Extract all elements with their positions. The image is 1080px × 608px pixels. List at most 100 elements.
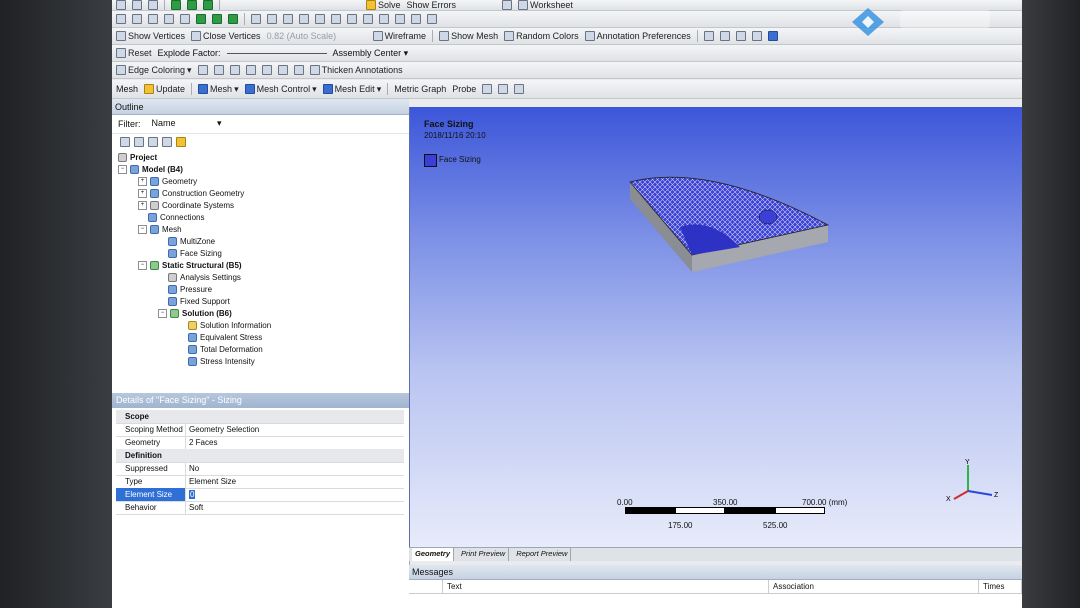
mesh-edit-dropdown[interactable]: Mesh Edit ▾ xyxy=(322,84,381,95)
details-row-type[interactable]: Type Element Size xyxy=(116,475,404,489)
filter-dropdown[interactable]: Name ▾ xyxy=(149,118,225,130)
solve-button[interactable]: Solve xyxy=(366,0,401,10)
tree-stress-intensity[interactable]: Stress Intensity xyxy=(188,355,255,367)
tree-solution-information[interactable]: Solution Information xyxy=(188,319,271,331)
random-colors-button[interactable]: Random Colors xyxy=(504,31,579,41)
body-select-icon[interactable] xyxy=(171,0,181,10)
edge-style-icon[interactable] xyxy=(213,65,224,75)
collapse-icon[interactable] xyxy=(134,137,144,147)
assembly-center-dropdown[interactable]: Assembly Center ▾ xyxy=(333,48,409,59)
restore-icon[interactable] xyxy=(411,14,421,24)
explode-factor-slider[interactable] xyxy=(226,52,327,54)
edge-style-icon[interactable] xyxy=(197,65,208,75)
plus-icon[interactable] xyxy=(162,137,172,147)
tab-report-preview[interactable]: Report Preview xyxy=(513,548,572,561)
new-section-icon[interactable] xyxy=(502,0,513,10)
display-options-icon[interactable] xyxy=(514,84,525,94)
zoom-fit-icon[interactable] xyxy=(315,14,325,24)
details-row-element-size[interactable]: Element Size 0 xyxy=(116,488,404,502)
tree-solution[interactable]: − Solution (B6) xyxy=(158,307,232,319)
details-row-scoping-method[interactable]: Scoping Method Geometry Selection xyxy=(116,423,404,437)
metric-graph-button[interactable]: Metric Graph xyxy=(394,84,446,94)
expand-icon[interactable] xyxy=(120,137,130,147)
edge-style-icon[interactable] xyxy=(229,65,240,75)
graphics-viewport[interactable]: Face Sizing 2018/11/16 20:10 Face Sizing xyxy=(409,107,1022,547)
tree-mesh[interactable]: − Mesh xyxy=(138,223,182,235)
pointer-icon[interactable] xyxy=(116,14,126,24)
model-geometry[interactable] xyxy=(410,107,1022,547)
mesh-control-dropdown[interactable]: Mesh Control ▾ xyxy=(244,84,317,95)
iso-view-icon[interactable] xyxy=(379,14,389,24)
details-row-behavior[interactable]: Behavior Soft xyxy=(116,501,404,515)
auto-scale-dropdown[interactable]: 0.82 (Auto Scale) xyxy=(267,31,367,41)
edge-style-icon[interactable] xyxy=(293,65,304,75)
tree-project[interactable]: Project xyxy=(118,151,157,163)
viewport-icon[interactable] xyxy=(427,14,437,24)
edge-coloring-dropdown[interactable]: Edge Coloring ▾ xyxy=(116,65,192,76)
messages-col-text[interactable]: Text xyxy=(443,580,769,594)
update-button[interactable]: Update xyxy=(144,84,185,94)
worksheet-button[interactable]: Worksheet xyxy=(518,0,573,10)
green-box-icon[interactable] xyxy=(196,14,206,24)
element-size-input[interactable]: 0 xyxy=(186,488,196,501)
tree-connections[interactable]: Connections xyxy=(148,211,204,223)
messages-col-association[interactable]: Association xyxy=(769,580,979,594)
align-icon[interactable] xyxy=(703,31,714,41)
select-icon[interactable] xyxy=(116,0,126,10)
annotation-preferences-button[interactable]: Annotation Preferences xyxy=(584,31,691,41)
graph-icon[interactable] xyxy=(482,84,493,94)
show-mesh-button[interactable]: Show Mesh xyxy=(439,31,498,41)
tree-pressure[interactable]: Pressure xyxy=(168,283,212,295)
reset-button[interactable]: Reset xyxy=(116,48,152,58)
tree-face-sizing[interactable]: Face Sizing xyxy=(168,247,222,259)
pan-icon[interactable] xyxy=(148,0,158,10)
tree-construction-geometry[interactable]: + Construction Geometry xyxy=(138,187,244,199)
folder-icon[interactable] xyxy=(176,137,186,147)
details-section-scope[interactable]: Scope xyxy=(116,410,404,424)
tab-geometry[interactable]: Geometry xyxy=(412,548,455,561)
tab-print-preview[interactable]: Print Preview xyxy=(458,548,510,561)
thicken-annotations-button[interactable]: Thicken Annotations xyxy=(309,65,403,75)
align-icon[interactable] xyxy=(735,31,746,41)
zoom-icon[interactable] xyxy=(283,14,293,24)
box-zoom-icon[interactable] xyxy=(299,14,309,24)
tree-analysis-settings[interactable]: Analysis Settings xyxy=(168,271,241,283)
set-icon[interactable] xyxy=(395,14,405,24)
green-box-icon[interactable] xyxy=(212,14,222,24)
pan-icon[interactable] xyxy=(267,14,277,24)
green-box-icon[interactable] xyxy=(228,14,238,24)
tree-equivalent-stress[interactable]: Equivalent Stress xyxy=(188,331,262,343)
rotate-icon[interactable] xyxy=(132,0,142,10)
details-row-suppressed[interactable]: Suppressed No xyxy=(116,462,404,476)
graph-icon[interactable] xyxy=(498,84,509,94)
tree-geometry[interactable]: + Geometry xyxy=(138,175,197,187)
tree-model[interactable]: − Model (B4) xyxy=(118,163,183,175)
close-vertices-button[interactable]: Close Vertices xyxy=(191,31,261,41)
edge-select-icon[interactable] xyxy=(203,0,213,10)
tree-total-deformation[interactable]: Total Deformation xyxy=(188,343,263,355)
wireframe-button[interactable]: Wireframe xyxy=(372,31,426,41)
show-errors-button[interactable]: Show Errors xyxy=(407,0,457,10)
face-select-icon[interactable] xyxy=(164,14,174,24)
tree-icon[interactable] xyxy=(148,137,158,147)
cube-icon[interactable] xyxy=(767,31,778,41)
tree-fixed-support[interactable]: Fixed Support xyxy=(168,295,230,307)
show-vertices-button[interactable]: Show Vertices xyxy=(116,31,185,41)
mesh-dropdown[interactable]: Mesh ▾ xyxy=(198,84,239,95)
details-row-geometry[interactable]: Geometry 2 Faces xyxy=(116,436,404,450)
previous-view-icon[interactable] xyxy=(347,14,357,24)
tree-coordinate-systems[interactable]: + Coordinate Systems xyxy=(138,199,234,211)
messages-col-timestamp[interactable]: Times xyxy=(979,580,1022,594)
body-select-icon[interactable] xyxy=(180,14,190,24)
magnifier-icon[interactable] xyxy=(331,14,341,24)
probe-button[interactable]: Probe xyxy=(452,84,476,94)
edge-style-icon[interactable] xyxy=(277,65,288,75)
vertex-select-icon[interactable] xyxy=(132,14,142,24)
edge-select-icon[interactable] xyxy=(148,14,158,24)
align-icon[interactable] xyxy=(751,31,762,41)
rotate-icon[interactable] xyxy=(251,14,261,24)
next-view-icon[interactable] xyxy=(363,14,373,24)
details-section-definition[interactable]: Definition xyxy=(116,449,404,463)
tree-multizone[interactable]: MultiZone xyxy=(168,235,215,247)
align-icon[interactable] xyxy=(719,31,730,41)
